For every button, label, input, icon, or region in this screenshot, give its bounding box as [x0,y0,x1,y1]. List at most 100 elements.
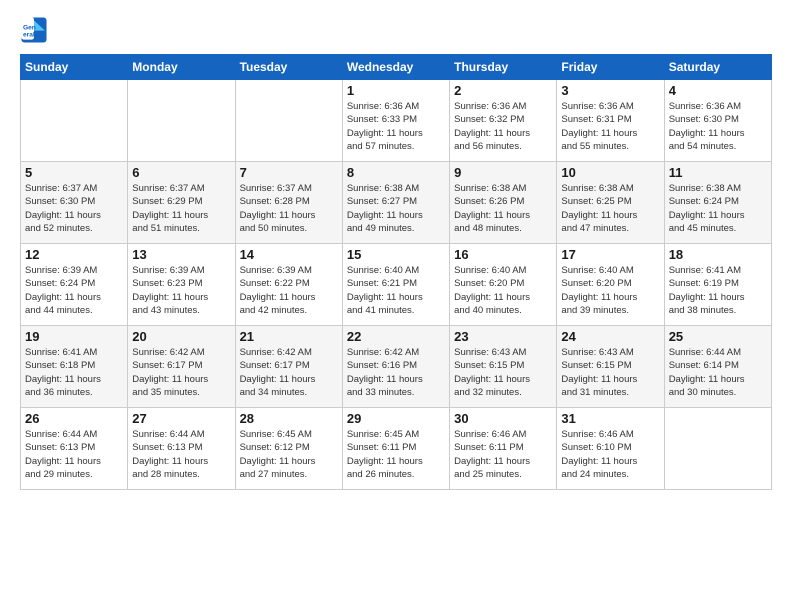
weekday-header-thursday: Thursday [450,55,557,80]
day-number: 27 [132,411,230,426]
calendar-cell: 26 Sunrise: 6:44 AM Sunset: 6:13 PM Dayli… [21,408,128,490]
calendar-cell: 28 Sunrise: 6:45 AM Sunset: 6:12 PM Dayli… [235,408,342,490]
day-number: 6 [132,165,230,180]
day-number: 1 [347,83,445,98]
calendar-week-5: 26 Sunrise: 6:44 AM Sunset: 6:13 PM Dayli… [21,408,772,490]
header: Gen eral [20,16,772,44]
calendar-cell: 16 Sunrise: 6:40 AM Sunset: 6:20 PM Dayli… [450,244,557,326]
day-info: Sunrise: 6:38 AM Sunset: 6:26 PM Dayligh… [454,182,552,235]
day-info: Sunrise: 6:42 AM Sunset: 6:17 PM Dayligh… [240,346,338,399]
day-info: Sunrise: 6:44 AM Sunset: 6:14 PM Dayligh… [669,346,767,399]
day-number: 22 [347,329,445,344]
day-number: 31 [561,411,659,426]
day-info: Sunrise: 6:45 AM Sunset: 6:12 PM Dayligh… [240,428,338,481]
day-info: Sunrise: 6:42 AM Sunset: 6:17 PM Dayligh… [132,346,230,399]
calendar-cell: 4Sunrise: 6:36 AM Sunset: 6:30 PM Daylig… [664,80,771,162]
day-number: 15 [347,247,445,262]
day-info: Sunrise: 6:38 AM Sunset: 6:27 PM Dayligh… [347,182,445,235]
day-number: 21 [240,329,338,344]
day-info: Sunrise: 6:44 AM Sunset: 6:13 PM Dayligh… [25,428,123,481]
calendar-cell: 3Sunrise: 6:36 AM Sunset: 6:31 PM Daylig… [557,80,664,162]
calendar-cell: 6 Sunrise: 6:37 AM Sunset: 6:29 PM Daylig… [128,162,235,244]
calendar-cell: 24 Sunrise: 6:43 AM Sunset: 6:15 PM Dayli… [557,326,664,408]
page: Gen eral SundayMondayTuesdayWednesdayThu… [0,0,792,612]
calendar-cell: 12Sunrise: 6:39 AM Sunset: 6:24 PM Dayli… [21,244,128,326]
day-number: 8 [347,165,445,180]
day-info: Sunrise: 6:40 AM Sunset: 6:20 PM Dayligh… [454,264,552,317]
calendar-cell: 25 Sunrise: 6:44 AM Sunset: 6:14 PM Dayli… [664,326,771,408]
weekday-header-saturday: Saturday [664,55,771,80]
weekday-header-sunday: Sunday [21,55,128,80]
day-number: 25 [669,329,767,344]
day-number: 26 [25,411,123,426]
day-info: Sunrise: 6:43 AM Sunset: 6:15 PM Dayligh… [454,346,552,399]
day-number: 29 [347,411,445,426]
day-number: 28 [240,411,338,426]
calendar-cell: 31 Sunrise: 6:46 AM Sunset: 6:10 PM Dayli… [557,408,664,490]
day-info: Sunrise: 6:41 AM Sunset: 6:18 PM Dayligh… [25,346,123,399]
day-info: Sunrise: 6:46 AM Sunset: 6:10 PM Dayligh… [561,428,659,481]
day-info: Sunrise: 6:44 AM Sunset: 6:13 PM Dayligh… [132,428,230,481]
calendar-cell: 23Sunrise: 6:43 AM Sunset: 6:15 PM Dayli… [450,326,557,408]
logo-icon: Gen eral [20,16,48,44]
calendar-cell [664,408,771,490]
calendar-week-2: 5Sunrise: 6:37 AM Sunset: 6:30 PM Daylig… [21,162,772,244]
day-number: 24 [561,329,659,344]
calendar-cell: 8 Sunrise: 6:38 AM Sunset: 6:27 PM Daylig… [342,162,449,244]
day-info: Sunrise: 6:36 AM Sunset: 6:32 PM Dayligh… [454,100,552,153]
calendar-cell [128,80,235,162]
day-info: Sunrise: 6:38 AM Sunset: 6:25 PM Dayligh… [561,182,659,235]
day-number: 14 [240,247,338,262]
calendar-cell: 14 Sunrise: 6:39 AM Sunset: 6:22 PM Dayli… [235,244,342,326]
day-info: Sunrise: 6:39 AM Sunset: 6:22 PM Dayligh… [240,264,338,317]
day-number: 19 [25,329,123,344]
day-info: Sunrise: 6:37 AM Sunset: 6:29 PM Dayligh… [132,182,230,235]
day-info: Sunrise: 6:38 AM Sunset: 6:24 PM Dayligh… [669,182,767,235]
day-info: Sunrise: 6:45 AM Sunset: 6:11 PM Dayligh… [347,428,445,481]
day-number: 18 [669,247,767,262]
day-number: 30 [454,411,552,426]
svg-text:Gen: Gen [23,24,36,31]
calendar-cell [235,80,342,162]
calendar-week-3: 12Sunrise: 6:39 AM Sunset: 6:24 PM Dayli… [21,244,772,326]
day-number: 16 [454,247,552,262]
day-info: Sunrise: 6:37 AM Sunset: 6:30 PM Dayligh… [25,182,123,235]
day-number: 11 [669,165,767,180]
day-number: 7 [240,165,338,180]
calendar-week-1: 1 Sunrise: 6:36 AM Sunset: 6:33 PM Daylig… [21,80,772,162]
day-info: Sunrise: 6:40 AM Sunset: 6:20 PM Dayligh… [561,264,659,317]
day-info: Sunrise: 6:43 AM Sunset: 6:15 PM Dayligh… [561,346,659,399]
calendar-cell: 27 Sunrise: 6:44 AM Sunset: 6:13 PM Dayli… [128,408,235,490]
day-number: 9 [454,165,552,180]
calendar-cell: 21 Sunrise: 6:42 AM Sunset: 6:17 PM Dayli… [235,326,342,408]
day-number: 17 [561,247,659,262]
day-info: Sunrise: 6:36 AM Sunset: 6:33 PM Dayligh… [347,100,445,153]
calendar-cell: 1 Sunrise: 6:36 AM Sunset: 6:33 PM Daylig… [342,80,449,162]
calendar-cell: 17 Sunrise: 6:40 AM Sunset: 6:20 PM Dayli… [557,244,664,326]
day-number: 13 [132,247,230,262]
calendar-cell: 11 Sunrise: 6:38 AM Sunset: 6:24 PM Dayli… [664,162,771,244]
weekday-header-monday: Monday [128,55,235,80]
calendar-cell [21,80,128,162]
calendar-cell: 10Sunrise: 6:38 AM Sunset: 6:25 PM Dayli… [557,162,664,244]
calendar-cell: 7Sunrise: 6:37 AM Sunset: 6:28 PM Daylig… [235,162,342,244]
day-info: Sunrise: 6:36 AM Sunset: 6:31 PM Dayligh… [561,100,659,153]
day-info: Sunrise: 6:36 AM Sunset: 6:30 PM Dayligh… [669,100,767,153]
calendar-header-row: SundayMondayTuesdayWednesdayThursdayFrid… [21,55,772,80]
svg-text:eral: eral [23,32,35,39]
weekday-header-wednesday: Wednesday [342,55,449,80]
weekday-header-tuesday: Tuesday [235,55,342,80]
logo: Gen eral [20,16,52,44]
day-info: Sunrise: 6:46 AM Sunset: 6:11 PM Dayligh… [454,428,552,481]
calendar-cell: 30 Sunrise: 6:46 AM Sunset: 6:11 PM Dayli… [450,408,557,490]
calendar-week-4: 19 Sunrise: 6:41 AM Sunset: 6:18 PM Dayli… [21,326,772,408]
calendar-cell: 13Sunrise: 6:39 AM Sunset: 6:23 PM Dayli… [128,244,235,326]
day-info: Sunrise: 6:42 AM Sunset: 6:16 PM Dayligh… [347,346,445,399]
day-info: Sunrise: 6:41 AM Sunset: 6:19 PM Dayligh… [669,264,767,317]
calendar-cell: 9 Sunrise: 6:38 AM Sunset: 6:26 PM Daylig… [450,162,557,244]
calendar-cell: 2 Sunrise: 6:36 AM Sunset: 6:32 PM Daylig… [450,80,557,162]
day-number: 2 [454,83,552,98]
calendar-cell: 19 Sunrise: 6:41 AM Sunset: 6:18 PM Dayli… [21,326,128,408]
calendar-cell: 29 Sunrise: 6:45 AM Sunset: 6:11 PM Dayli… [342,408,449,490]
calendar-cell: 22 Sunrise: 6:42 AM Sunset: 6:16 PM Dayli… [342,326,449,408]
